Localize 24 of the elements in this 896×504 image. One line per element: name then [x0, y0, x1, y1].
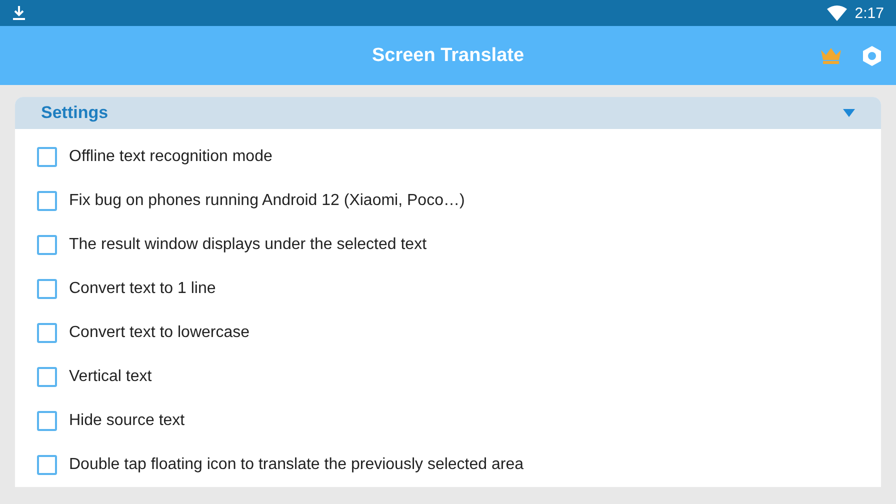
- checkbox[interactable]: [37, 279, 57, 299]
- crown-icon[interactable]: [820, 46, 842, 64]
- checkbox[interactable]: [37, 367, 57, 387]
- checkbox[interactable]: [37, 191, 57, 211]
- checkbox[interactable]: [37, 235, 57, 255]
- checkbox[interactable]: [37, 411, 57, 431]
- option-label: Fix bug on phones running Android 12 (Xiaomi, Poco…): [69, 192, 465, 210]
- wifi-icon: [826, 5, 847, 21]
- option-label: Offline text recognition mode: [69, 148, 272, 166]
- app-title: Screen Translate: [372, 44, 524, 66]
- option-label: The result window displays under the selected text: [69, 236, 427, 254]
- section-title: Settings: [41, 103, 110, 123]
- download-icon: [12, 5, 26, 21]
- option-label: Hide source text: [69, 412, 185, 430]
- checkbox[interactable]: [37, 323, 57, 343]
- settings-icon[interactable]: [862, 44, 882, 66]
- checkbox[interactable]: [37, 147, 57, 167]
- option-label: Vertical text: [69, 368, 152, 386]
- option-label: Double tap floating icon to translate the previously selected area: [69, 456, 524, 474]
- checkbox[interactable]: [37, 455, 57, 475]
- settings-header[interactable]: Settings: [15, 97, 881, 129]
- option-label: Convert text to 1 line: [69, 280, 216, 298]
- status-time: 2:17: [854, 4, 884, 22]
- option-label: Convert text to lowercase: [69, 324, 250, 342]
